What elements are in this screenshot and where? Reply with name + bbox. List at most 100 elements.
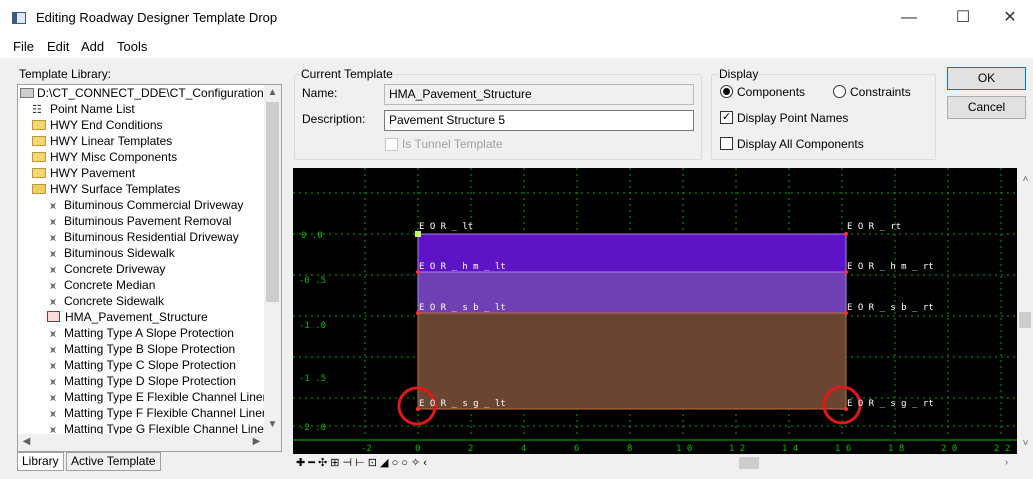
folder-icon	[32, 136, 46, 146]
tree-item-template[interactable]: ⩙ Bituminous Commercial Driveway	[47, 197, 243, 213]
tree-item-label: HWY End Conditions	[50, 118, 163, 132]
tree-item-label: Concrete Median	[64, 278, 156, 292]
tree-scroll-thumb[interactable]	[266, 102, 279, 302]
y-tick: 0 .0	[301, 231, 323, 241]
ok-button[interactable]: OK	[947, 67, 1026, 90]
name-label: Name:	[302, 86, 338, 100]
x-tick: -2	[361, 444, 372, 454]
tree-item-label: HWY Misc Components	[50, 150, 178, 164]
tree-vertical-scrollbar[interactable]: ▲ ▼	[264, 85, 281, 451]
subgrade-layer[interactable]	[417, 312, 847, 410]
name-field[interactable]: HMA_Pavement_Structure	[384, 84, 694, 105]
tree-item-label: HMA_Pavement_Structure	[65, 310, 208, 324]
tree-root[interactable]: D:\CT_CONNECT_DDE\CT_Configuration\O	[20, 85, 276, 101]
tree-item-label: HWY Surface Templates	[50, 182, 181, 196]
constraints-radio[interactable]	[833, 85, 846, 98]
scroll-down-icon[interactable]: ˅	[1017, 438, 1033, 449]
display-all-components-checkbox[interactable]	[720, 137, 733, 150]
scroll-right-icon[interactable]: ›	[998, 457, 1015, 468]
canvas-vscroll-thumb[interactable]	[1019, 312, 1031, 328]
y-tick: -1 .0	[299, 321, 326, 331]
scroll-left-icon[interactable]: ◀	[18, 436, 35, 447]
x-tick: 2	[468, 444, 473, 454]
tree-item-template[interactable]: ⩙ Matting Type B Slope Protection	[47, 341, 235, 357]
tree-root-label: D:\CT_CONNECT_DDE\CT_Configuration\O	[37, 86, 277, 100]
x-tick: 2 0	[941, 444, 957, 454]
tab-library[interactable]: Library	[17, 452, 64, 471]
x-tick: 4	[521, 444, 526, 454]
tree-item-selected-template[interactable]: HMA_Pavement_Structure	[47, 309, 208, 325]
x-tick: 1 6	[835, 444, 851, 454]
canvas-vertical-scrollbar[interactable]: ˄ ˅	[1017, 168, 1033, 454]
tree-item-hwy-misc-components[interactable]: HWY Misc Components	[32, 149, 177, 165]
tree-item-label: Bituminous Sidewalk	[64, 246, 175, 260]
canvas-hscroll-thumb[interactable]	[739, 457, 759, 469]
tree-item-template[interactable]: ⩙ Matting Type E Flexible Channel Liner	[47, 389, 267, 405]
menu-bar: File Edit Add Tools	[0, 36, 1033, 58]
components-radio[interactable]	[720, 85, 733, 98]
list-icon: ☷	[32, 104, 42, 116]
cancel-button[interactable]: Cancel	[947, 96, 1026, 119]
tree-item-label: Matting Type F Flexible Channel Liner	[64, 406, 266, 420]
x-tick: 1 0	[676, 444, 692, 454]
point-name-eor-sg-lt: E O R _ s g _ lt	[419, 399, 506, 409]
tree-item-hwy-end-conditions[interactable]: HWY End Conditions	[32, 117, 163, 133]
description-field[interactable]: Pavement Structure 5	[384, 110, 694, 131]
menu-file[interactable]: File	[13, 39, 34, 54]
maximize-button[interactable]: ☐	[940, 0, 986, 36]
tree-item-hwy-pavement[interactable]: HWY Pavement	[32, 165, 135, 181]
tree-item-template[interactable]: ⩙ Bituminous Pavement Removal	[47, 213, 231, 229]
display-all-components-label: Display All Components	[737, 137, 864, 151]
point-name-eor-lt: E O R _ lt	[419, 222, 473, 232]
display-label: Display	[718, 67, 760, 81]
point-name-eor-sb-lt: E O R _ s b _ lt	[419, 303, 506, 313]
tunnel-template-label: Is Tunnel Template	[402, 137, 503, 151]
display-point-names-checkbox[interactable]: ✓	[720, 111, 733, 124]
tree-item-template[interactable]: ⩙ Matting Type A Slope Protection	[47, 325, 234, 341]
tree-item-label: HWY Linear Templates	[50, 134, 173, 148]
tree-item-template[interactable]: ⩙ Bituminous Sidewalk	[47, 245, 175, 261]
tree-item-template[interactable]: ⩙ Matting Type F Flexible Channel Liner	[47, 405, 266, 421]
scroll-up-icon[interactable]: ˄	[1017, 174, 1033, 185]
tree-item-template[interactable]: ⩙ Concrete Driveway	[47, 261, 165, 277]
description-label: Description:	[302, 112, 366, 126]
tree-horizontal-scrollbar[interactable]: ◀ ▶	[18, 434, 281, 451]
template-library-tree[interactable]: D:\CT_CONNECT_DDE\CT_Configuration\O ☷ Po…	[17, 84, 282, 452]
tree-item-template[interactable]: ⩙ Matting Type D Slope Protection	[47, 373, 236, 389]
scroll-up-icon[interactable]: ▲	[264, 87, 281, 98]
template-canvas[interactable]: 0 .0 -0 .5 -1 .0 -1 .5 -2 .0 -2 0 2 4 6 …	[293, 168, 1017, 454]
tree-item-label: Concrete Driveway	[64, 262, 166, 276]
tree-item-template[interactable]: ⩙ Bituminous Residential Driveway	[47, 229, 239, 245]
folder-icon	[32, 120, 46, 130]
tree-item-template[interactable]: ⩙ Concrete Sidewalk	[47, 293, 164, 309]
point-name-eor-sb-rt: E O R _ s b _ rt	[847, 303, 934, 313]
view-tools-toolbar[interactable]: ✚ ━ ✣ ⊞ ⊣ ⊢ ⊡ ◢ ○ ○ ✧ ‹	[296, 456, 427, 470]
tree-item-label: HWY Pavement	[50, 166, 136, 180]
template-drawing: 0 .0 -0 .5 -1 .0 -1 .5 -2 .0 -2 0 2 4 6 …	[293, 168, 1017, 454]
minimize-button[interactable]: —	[886, 0, 932, 36]
tunnel-template-checkbox[interactable]	[385, 138, 398, 151]
tree-item-label: Matting Type A Slope Protection	[64, 326, 234, 340]
menu-tools[interactable]: Tools	[117, 39, 147, 54]
x-tick: 8	[627, 444, 632, 454]
app-icon	[12, 12, 26, 24]
menu-add[interactable]: Add	[81, 39, 104, 54]
scroll-down-icon[interactable]: ▼	[264, 419, 281, 430]
tree-item-hwy-surface-templates[interactable]: HWY Surface Templates	[32, 181, 180, 197]
tree-item-label: Bituminous Residential Driveway	[64, 230, 239, 244]
canvas-horizontal-scrollbar[interactable]: ✚ ━ ✣ ⊞ ⊣ ⊢ ⊡ ◢ ○ ○ ✧ ‹ ›	[293, 454, 1017, 471]
tree-item-label: Matting Type E Flexible Channel Liner	[64, 390, 267, 404]
active-template-icon	[47, 311, 60, 322]
point-marker[interactable]	[844, 232, 848, 236]
x-tick: 1 2	[729, 444, 745, 454]
tree-item-point-name-list[interactable]: ☷ Point Name List	[32, 101, 135, 117]
menu-edit[interactable]: Edit	[47, 39, 69, 54]
tree-item-template[interactable]: ⩙ Concrete Median	[47, 277, 155, 293]
scroll-right-icon[interactable]: ▶	[248, 436, 265, 447]
x-tick: 2 2	[994, 444, 1010, 454]
template-library-label: Template Library:	[19, 67, 112, 81]
tree-item-hwy-linear-templates[interactable]: HWY Linear Templates	[32, 133, 172, 149]
tab-active-template[interactable]: Active Template	[66, 452, 161, 471]
tree-item-template[interactable]: ⩙ Matting Type C Slope Protection	[47, 357, 236, 373]
close-button[interactable]: ✕	[987, 0, 1033, 36]
